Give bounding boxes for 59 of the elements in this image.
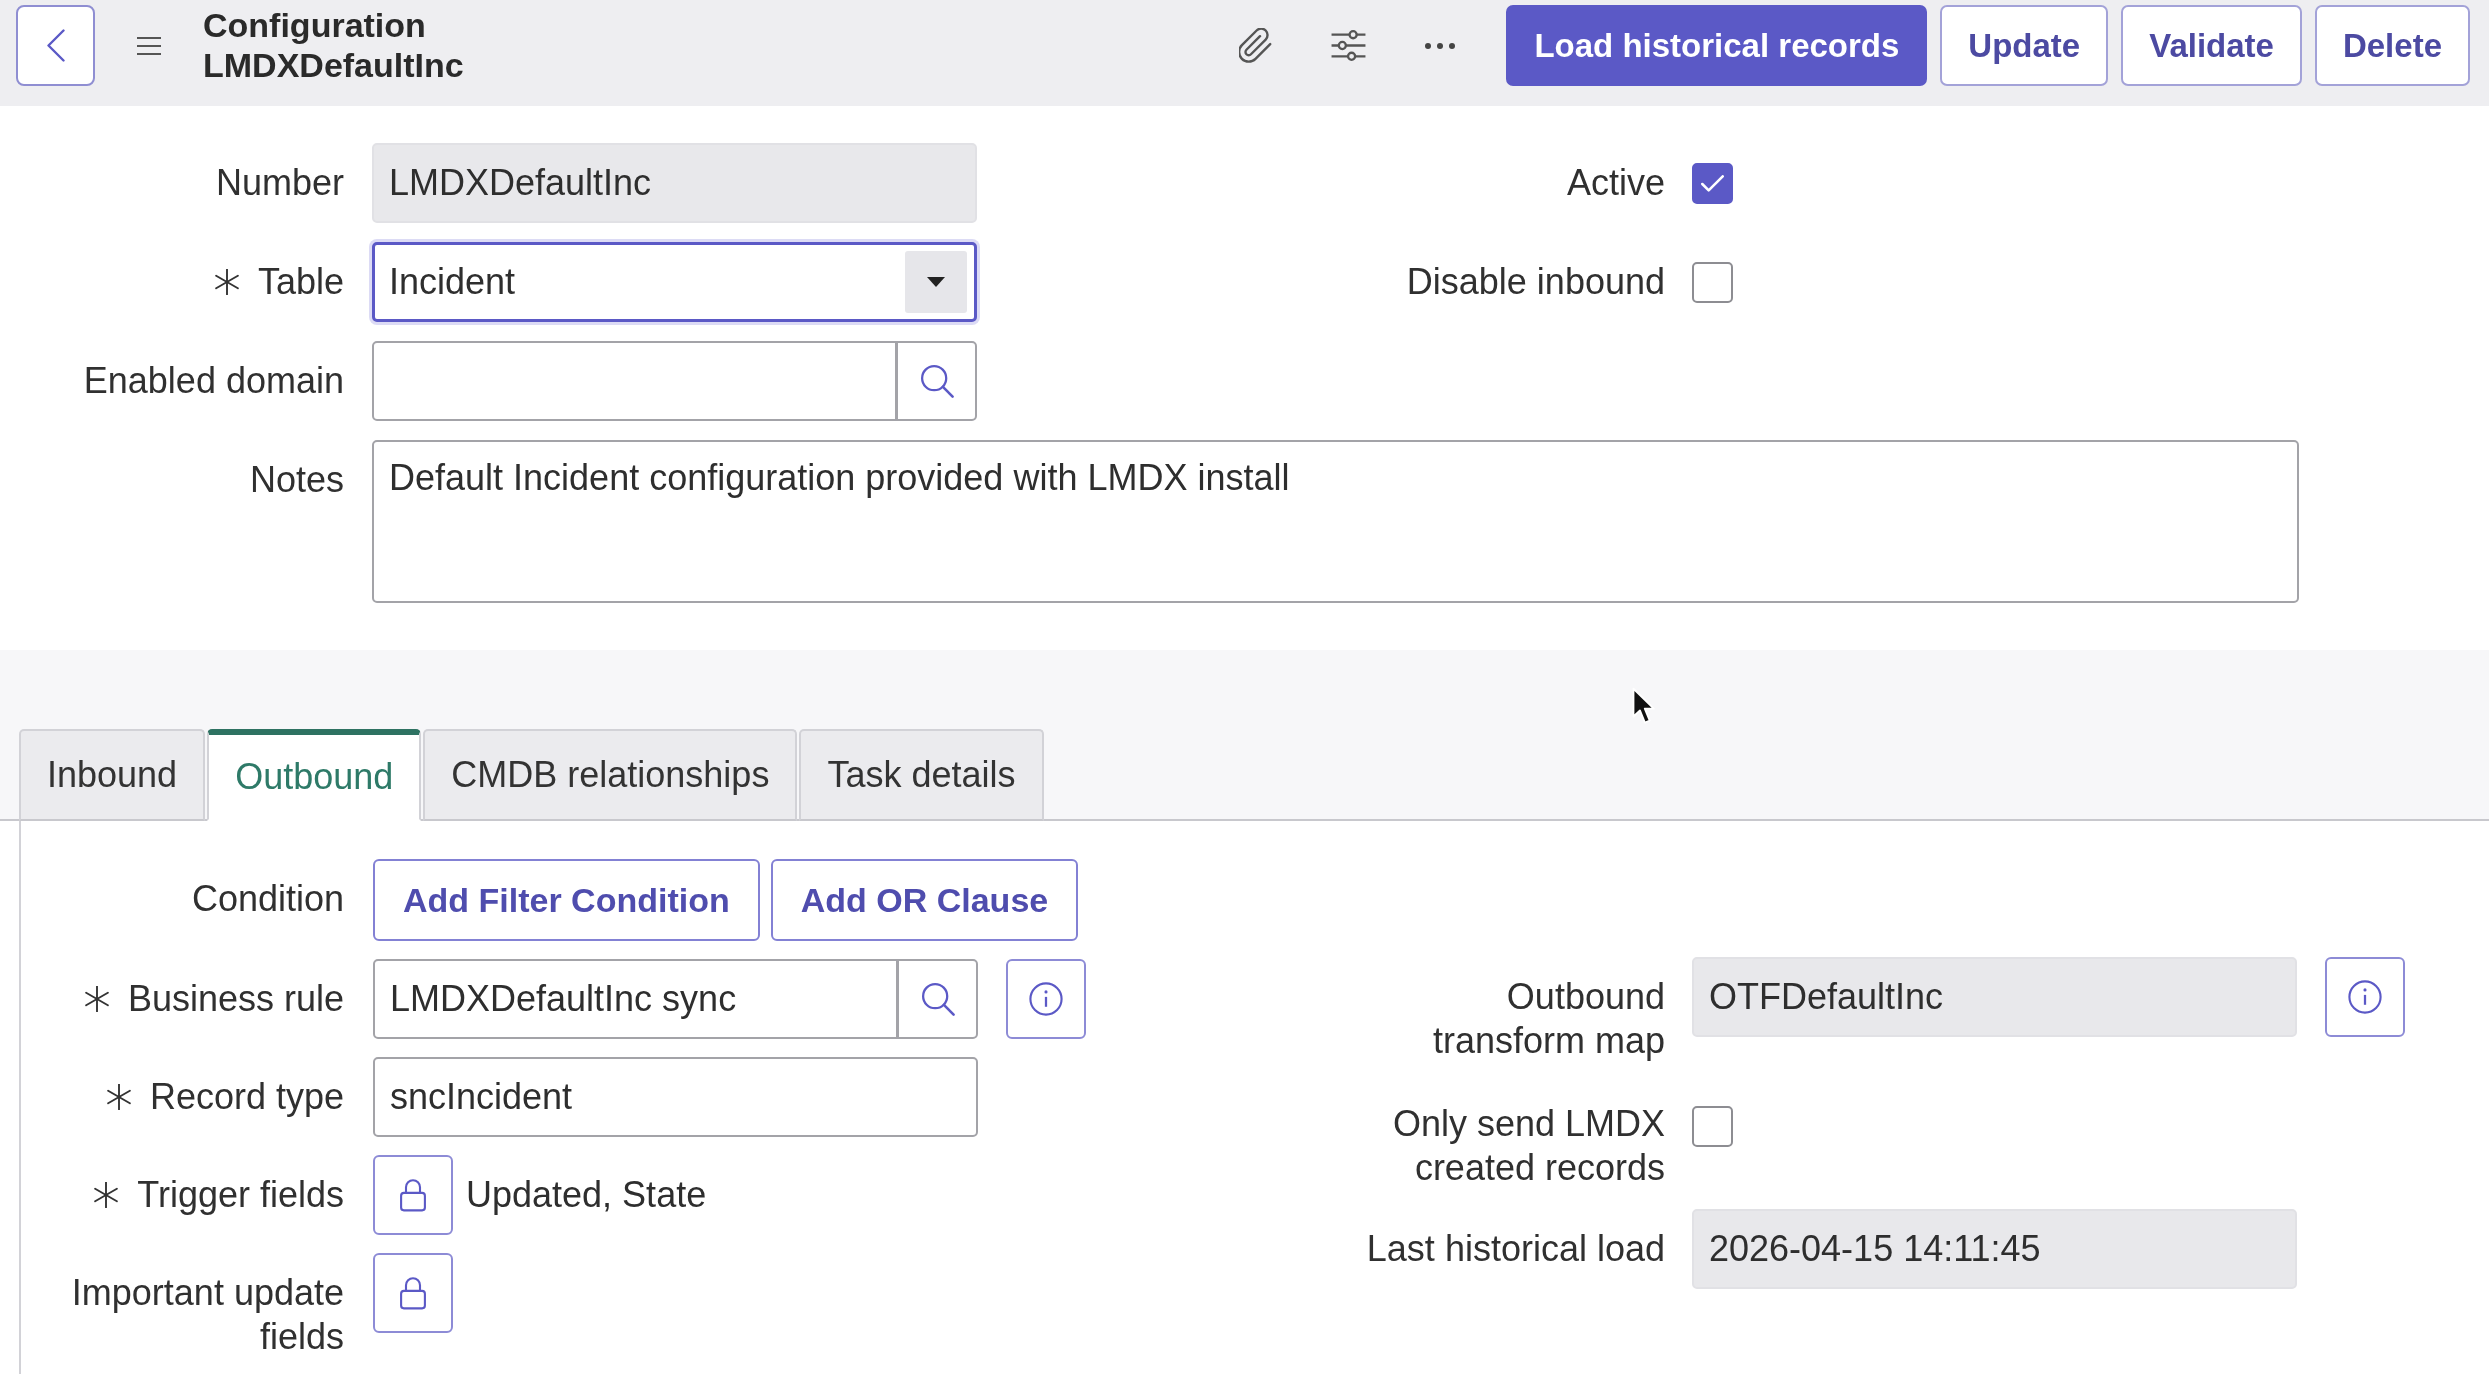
field-label: Condition — [191, 877, 344, 921]
select-field[interactable]: Incident — [372, 242, 977, 322]
caret-icon — [905, 251, 967, 313]
lock-icon — [399, 1276, 427, 1310]
field-value: Updated, State — [466, 1174, 707, 1216]
record-title: LMDXDefaultInc — [203, 45, 464, 85]
field-label: Last historical load — [1366, 1227, 1665, 1271]
condition-button[interactable]: Add OR Clause — [770, 859, 1079, 941]
field-label: Trigger fields — [137, 1173, 344, 1217]
back-button[interactable] — [16, 5, 95, 86]
text-field[interactable]: 2026-04-15 14:11:45 — [1692, 1209, 2297, 1289]
text-field[interactable]: OTFDefaultInc — [1692, 957, 2297, 1037]
field-label: Table — [257, 260, 344, 304]
action-button[interactable]: Update — [1940, 5, 2109, 86]
pointer-cursor-icon — [1632, 687, 1656, 725]
paperclip-icon[interactable] — [1239, 27, 1273, 64]
field-label: Active — [1566, 161, 1665, 205]
search-icon — [919, 364, 954, 398]
checkbox[interactable] — [1692, 163, 1733, 204]
search-button[interactable] — [897, 341, 977, 421]
more-icon[interactable] — [1425, 42, 1456, 49]
checkbox[interactable] — [1692, 1106, 1733, 1147]
sliders-icon[interactable] — [1330, 30, 1368, 61]
lock-button[interactable] — [373, 1155, 453, 1235]
field-label: Number — [215, 161, 344, 205]
action-button[interactable]: Delete — [2314, 5, 2470, 86]
field-label: Record type — [149, 1075, 344, 1119]
field-label: Outbound transform map — [1431, 975, 1665, 1063]
info-icon — [1029, 982, 1063, 1016]
field-label: Notes — [249, 458, 344, 502]
chevron-left-icon — [46, 29, 65, 62]
info-button[interactable] — [1006, 959, 1086, 1039]
field-label: Important update fields — [70, 1271, 344, 1359]
checkmark-icon — [1701, 174, 1724, 193]
field-label: Business rule — [127, 977, 344, 1021]
action-button[interactable]: Validate — [2121, 5, 2302, 86]
field-label: Only send LMDX created records — [1391, 1102, 1665, 1190]
info-button[interactable] — [2325, 957, 2405, 1037]
notes-field[interactable]: Default Incident configuration provided with LMDX install — [372, 440, 2299, 603]
reference-field[interactable]: LMDXDefaultInc sync — [373, 959, 898, 1039]
page-title: Configuration — [203, 5, 426, 45]
info-icon — [2348, 980, 2382, 1014]
action-button[interactable]: Load historical records — [1506, 5, 1928, 86]
menu-icon[interactable] — [137, 37, 161, 55]
lock-icon — [399, 1178, 427, 1212]
condition-button[interactable]: Add Filter Condition — [373, 859, 760, 941]
tab[interactable]: CMDB relationships — [423, 729, 798, 821]
reference-field[interactable] — [372, 341, 897, 421]
tab[interactable]: Inbound — [19, 729, 206, 821]
text-field[interactable]: LMDXDefaultInc — [372, 143, 977, 223]
field-label: Disable inbound — [1406, 260, 1665, 304]
search-icon — [920, 982, 955, 1016]
lock-button[interactable] — [373, 1253, 453, 1333]
tab[interactable]: Outbound — [207, 729, 422, 821]
field-label: Enabled domain — [83, 359, 344, 403]
tab[interactable]: Task details — [799, 729, 1044, 821]
checkbox[interactable] — [1692, 262, 1733, 303]
search-button[interactable] — [898, 959, 978, 1039]
text-field[interactable]: sncIncident — [373, 1057, 978, 1137]
